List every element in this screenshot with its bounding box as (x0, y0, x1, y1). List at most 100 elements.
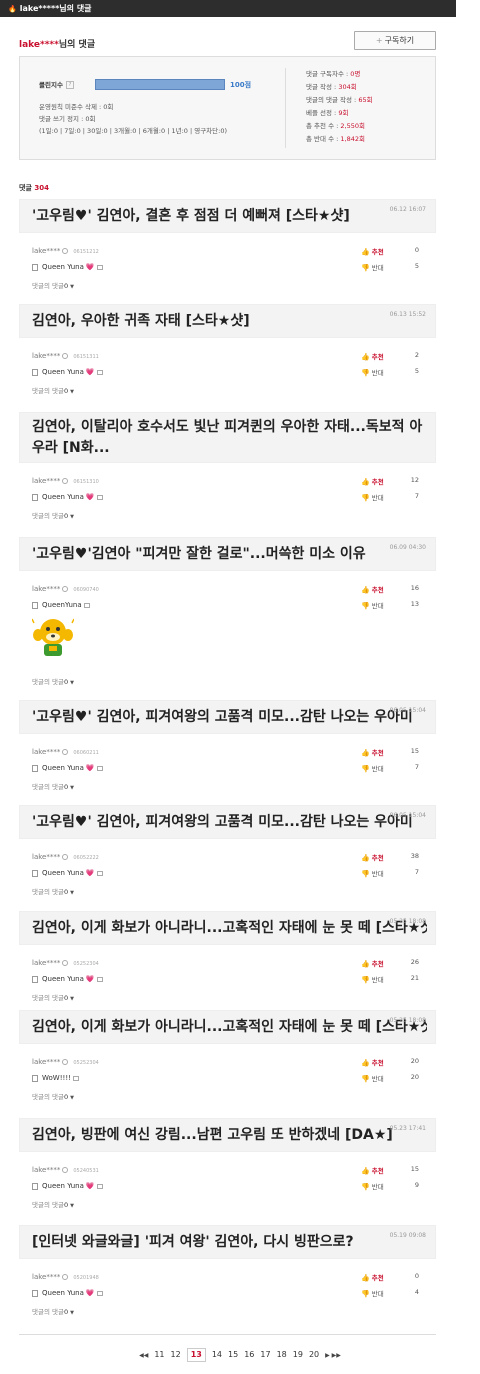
comment-id: 06052222 (73, 855, 99, 861)
comment-author[interactable]: lake**** (32, 748, 60, 756)
comment-author[interactable]: lake**** (32, 585, 60, 593)
stat-line: 댓글 구독자수 : 0명 (306, 68, 373, 81)
comment-id: 05240531 (73, 1168, 99, 1174)
upvote-button[interactable]: 👍 추천 (361, 1057, 384, 1067)
article-title-box[interactable]: [인터넷 와글와글] '피겨 여왕' 김연아, 다시 빙판으로? 05.19 09… (19, 1225, 436, 1259)
document-icon (32, 764, 38, 772)
upvote-button[interactable]: 👍 추천 (361, 476, 384, 486)
replies-toggle[interactable]: 댓글의 댓글0 ▼ (32, 1306, 74, 1316)
pager-page[interactable]: 12 (171, 1350, 181, 1359)
comment-author[interactable]: lake**** (32, 1273, 60, 1281)
comment-author[interactable]: lake**** (32, 853, 60, 861)
comment-meta: lake**** 06052222 (32, 853, 99, 861)
comment-meta: lake**** 05252304 (32, 959, 99, 967)
pager-page[interactable]: 13 (186, 1348, 206, 1362)
stat-line: 총 추천 수 : 2,550회 (306, 120, 373, 133)
article-title[interactable]: 김연아, 이게 화보가 아니라니...고혹적인 자태에 눈 못 떼 [스타★샷] (32, 918, 427, 939)
article-title[interactable]: 김연아, 우아한 귀족 자태 [스타★샷] (32, 311, 427, 332)
article-title[interactable]: 김연아, 이게 화보가 아니라니...고혹적인 자태에 눈 못 떼 [스타★샷] (32, 1017, 427, 1038)
downvote-button[interactable]: 👎 반대 (361, 367, 384, 377)
pager-page[interactable]: 19 (293, 1350, 303, 1359)
downvote-button[interactable]: 👎 반대 (361, 492, 384, 502)
article-title-box[interactable]: '고우림♥' 김연아, 피겨여왕의 고품격 미모...감탄 나오는 우아미 06.… (19, 700, 436, 734)
article-title[interactable]: 김연아, 빙판에 여신 강림...남편 고우림 또 반하겠네 [DA★] (32, 1125, 427, 1146)
replies-toggle[interactable]: 댓글의 댓글0 ▼ (32, 1091, 74, 1101)
comment-text: Queen Yuna 💗 (32, 1289, 103, 1297)
downvote-button[interactable]: 👎 반대 (361, 1181, 384, 1191)
replies-toggle[interactable]: 댓글의 댓글0 ▼ (32, 886, 74, 896)
pager-page[interactable]: 15 (228, 1350, 238, 1359)
article-title-box[interactable]: 김연아, 이탈리아 호수서도 빛난 피겨퀸의 우아한 자태...독보적 아우라 … (19, 412, 436, 463)
report-icon[interactable] (96, 264, 103, 270)
pager-page[interactable]: 16 (244, 1350, 254, 1359)
pager-page[interactable]: 20 (309, 1350, 319, 1359)
comment-author[interactable]: lake**** (32, 959, 60, 967)
subscribe-button[interactable]: + 구독하기 (354, 31, 436, 50)
article-title[interactable]: '고우림♥' 김연아, 피겨여왕의 고품격 미모...감탄 나오는 우아미 (32, 812, 427, 833)
article-title-box[interactable]: 김연아, 이게 화보가 아니라니...고혹적인 자태에 눈 못 떼 [스타★샷]… (19, 1010, 436, 1044)
report-icon[interactable] (96, 494, 103, 500)
article-title[interactable]: '고우림♥' 김연아, 피겨여왕의 고품격 미모...감탄 나오는 우아미 (32, 707, 427, 728)
pager-page[interactable]: 18 (277, 1350, 287, 1359)
downvote-button[interactable]: 👎 반대 (361, 1073, 384, 1083)
article-title[interactable]: '고우림♥' 김연아, 결혼 후 점점 더 예뻐져 [스타★샷] (32, 206, 427, 227)
article-title-box[interactable]: '고우림♥' 김연아, 피겨여왕의 고품격 미모...감탄 나오는 우아미 06.… (19, 805, 436, 839)
replies-toggle[interactable]: 댓글의 댓글0 ▼ (32, 1199, 74, 1209)
report-icon[interactable] (72, 1075, 79, 1081)
replies-count: 0 (63, 512, 69, 520)
replies-toggle[interactable]: 댓글의 댓글0 ▼ (32, 781, 74, 791)
downvote-button[interactable]: 👎 반대 (361, 262, 384, 272)
pager-page[interactable]: 14 (212, 1350, 222, 1359)
article-title-box[interactable]: 김연아, 이게 화보가 아니라니...고혹적인 자태에 눈 못 떼 [스타★샷]… (19, 911, 436, 945)
comment-author[interactable]: lake**** (32, 247, 60, 255)
report-icon[interactable] (96, 369, 103, 375)
downvote-button[interactable]: 👎 반대 (361, 974, 384, 984)
pager-prev-button[interactable]: ◀◀ (139, 1352, 148, 1359)
comment-body: QueenYuna (42, 601, 82, 609)
user-nickname[interactable]: lake**** (19, 40, 59, 50)
article-title[interactable]: 김연아, 이탈리아 호수서도 빛난 피겨퀸의 우아한 자태...독보적 아우라 … (32, 417, 427, 459)
article-title[interactable]: '고우림♥'김연아 "피겨만 잘한 걸로"...머쓱한 미소 이유 (32, 544, 427, 565)
article-title-box[interactable]: '고우림♥'김연아 "피겨만 잘한 걸로"...머쓱한 미소 이유 06.09 0… (19, 537, 436, 571)
article-title-box[interactable]: 김연아, 빙판에 여신 강림...남편 고우림 또 반하겠네 [DA★] 05.2… (19, 1118, 436, 1152)
upvote-button[interactable]: 👍 추천 (361, 852, 384, 862)
replies-toggle[interactable]: 댓글의 댓글0 ▼ (32, 510, 74, 520)
article-title-box[interactable]: 김연아, 우아한 귀족 자태 [스타★샷] 06.13 15:52 (19, 304, 436, 338)
report-icon[interactable] (96, 976, 103, 982)
article-title-box[interactable]: '고우림♥' 김연아, 결혼 후 점점 더 예뻐져 [스타★샷] 06.12 16… (19, 199, 436, 233)
pager-page[interactable]: 17 (260, 1350, 270, 1359)
pager-next-button[interactable]: ▶ ▶▶ (325, 1352, 341, 1359)
user-stats-box: 클린지수? 100점 운영원칙 미준수 삭제 : 0회 댓글 쓰기 정지 : 0… (19, 56, 436, 160)
report-icon[interactable] (96, 1290, 103, 1296)
upvote-button[interactable]: 👍 추천 (361, 1272, 384, 1282)
clean-line-2: (1일:0 | 7일:0 | 30일:0 | 3개월:0 | 6개월:0 | 1… (39, 127, 227, 135)
heart-icon: 💗 (85, 975, 95, 983)
report-icon[interactable] (96, 870, 103, 876)
upvote-button[interactable]: 👍 추천 (361, 747, 384, 757)
upvote-button[interactable]: 👍 추천 (361, 958, 384, 968)
replies-toggle[interactable]: 댓글의 댓글0 ▼ (32, 385, 74, 395)
help-icon[interactable]: ? (65, 81, 74, 89)
comment-author[interactable]: lake**** (32, 1058, 60, 1066)
upvote-button[interactable]: 👍 추천 (361, 584, 384, 594)
pager-page[interactable]: 11 (154, 1350, 164, 1359)
upvote-button[interactable]: 👍 추천 (361, 246, 384, 256)
article-title[interactable]: [인터넷 와글와글] '피겨 여왕' 김연아, 다시 빙판으로? (32, 1232, 427, 1253)
report-icon[interactable] (96, 765, 103, 771)
downvote-button[interactable]: 👎 반대 (361, 600, 384, 610)
comment-author[interactable]: lake**** (32, 477, 60, 485)
report-icon[interactable] (83, 602, 90, 608)
thumbs-up-icon: 👍 (361, 960, 370, 968)
replies-toggle[interactable]: 댓글의 댓글0 ▼ (32, 280, 74, 290)
comment-author[interactable]: lake**** (32, 1166, 60, 1174)
upvote-button[interactable]: 👍 추천 (361, 351, 384, 361)
report-icon[interactable] (96, 1183, 103, 1189)
comment-author[interactable]: lake**** (32, 352, 60, 360)
downvote-button[interactable]: 👎 반대 (361, 1288, 384, 1298)
downvote-button[interactable]: 👎 반대 (361, 763, 384, 773)
replies-toggle[interactable]: 댓글의 댓글0 ▼ (32, 676, 74, 686)
upvote-button[interactable]: 👍 추천 (361, 1165, 384, 1175)
comment-body: Queen Yuna (42, 869, 84, 877)
downvote-button[interactable]: 👎 반대 (361, 868, 384, 878)
replies-toggle[interactable]: 댓글의 댓글0 ▼ (32, 992, 74, 1002)
